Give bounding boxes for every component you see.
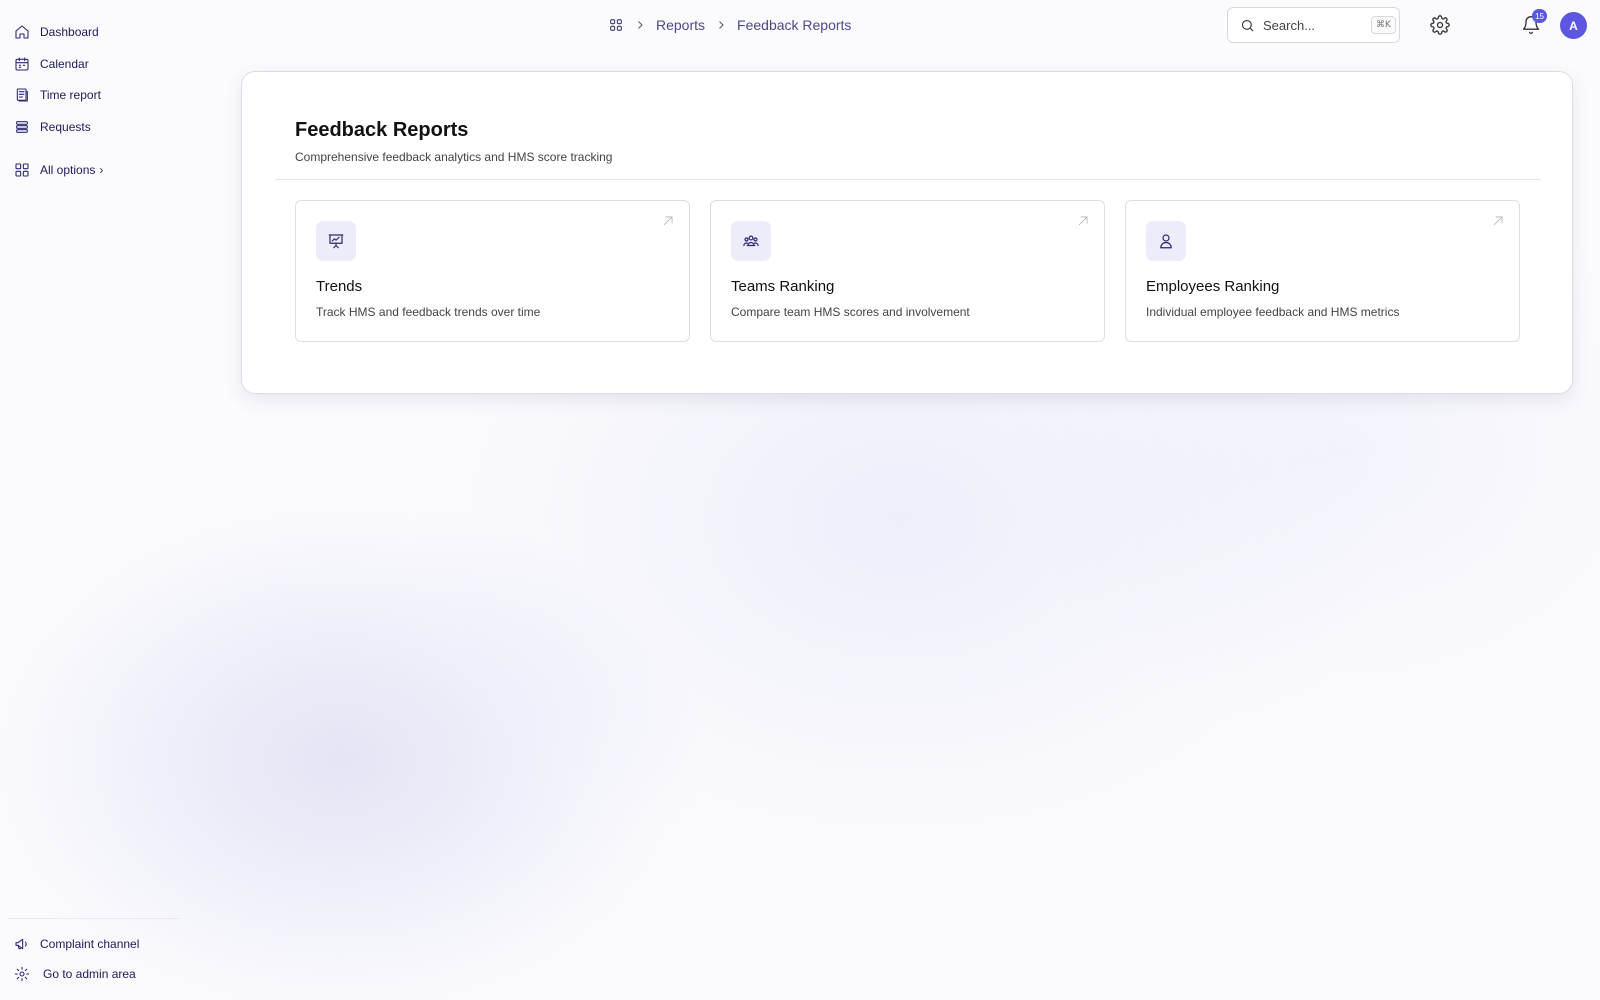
sidebar-item-time-report[interactable]: Time report (14, 83, 101, 107)
home-icon (15, 25, 29, 39)
main-panel: Feedback Reports Comprehensive feedback … (241, 71, 1573, 394)
sidebar-divider (8, 918, 180, 919)
page-title: Feedback Reports (295, 119, 469, 141)
list-icon (16, 121, 28, 133)
gear-icon (1430, 15, 1450, 35)
card-description: Track HMS and feedback trends over time (316, 305, 541, 319)
card-icon-wrapper (1146, 221, 1186, 261)
breadcrumb-item-reports[interactable]: Reports (656, 17, 705, 33)
apps-icon[interactable] (608, 17, 624, 33)
grid-icon (15, 163, 29, 177)
sidebar-item-complaint-channel[interactable]: Complaint channel (14, 932, 139, 956)
search-shortcut: ⌘K (1371, 16, 1396, 34)
sidebar-item-calendar[interactable]: Calendar (14, 52, 89, 76)
chevron-right-icon (638, 21, 643, 29)
user-icon (1160, 234, 1172, 249)
sidebar-item-dashboard[interactable]: Dashboard (14, 20, 99, 44)
gear-icon (14, 966, 30, 982)
team-icon (743, 235, 759, 247)
settings-button[interactable] (1427, 12, 1453, 38)
search-icon (1241, 19, 1254, 32)
calendar-icon (15, 57, 29, 71)
notification-badge: 15 (1532, 9, 1547, 23)
megaphone-icon (15, 938, 27, 950)
sidebar-item-requests[interactable]: Requests (14, 115, 91, 139)
arrow-up-right-icon (663, 216, 673, 226)
chevron-right-icon (719, 21, 724, 29)
sidebar-item-label: Complaint channel (40, 937, 140, 951)
card-description: Individual employee feedback and HMS met… (1146, 305, 1400, 319)
sidebar-item-label: Calendar (40, 57, 89, 71)
card-trends[interactable]: Trends Track HMS and feedback trends ove… (295, 200, 690, 342)
sidebar-item-label: Requests (40, 120, 91, 134)
card-teams-ranking[interactable]: Teams Ranking Compare team HMS scores an… (710, 200, 1105, 342)
chevron-right-icon: › (99, 163, 104, 177)
search-box[interactable]: ⌘K (1227, 7, 1400, 43)
sidebar-item-all-options[interactable]: All options › (14, 158, 103, 182)
card-title: Teams Ranking (731, 278, 835, 295)
sidebar: Dashboard Calendar Time report Requests … (0, 0, 190, 1000)
sidebar-item-label: All options (40, 163, 96, 177)
sidebar-item-label: Time report (40, 88, 101, 102)
panel-divider (275, 179, 1541, 180)
report-icon (16, 88, 28, 102)
breadcrumb-item-current: Feedback Reports (737, 17, 852, 33)
sidebar-item-admin-area[interactable]: Go to admin area (14, 962, 136, 986)
card-description: Compare team HMS scores and involvement (731, 305, 970, 319)
arrow-up-right-icon (1493, 216, 1503, 226)
presentation-chart-icon (328, 234, 344, 249)
card-employees-ranking[interactable]: Employees Ranking Individual employee fe… (1125, 200, 1520, 342)
card-title: Employees Ranking (1146, 278, 1280, 295)
page-subtitle: Comprehensive feedback analytics and HMS… (295, 150, 613, 164)
avatar[interactable]: A (1560, 12, 1587, 39)
sidebar-item-label: Go to admin area (43, 967, 136, 981)
breadcrumb: Reports Feedback Reports (608, 14, 851, 36)
card-icon-wrapper (316, 221, 356, 261)
card-title: Trends (316, 278, 363, 295)
arrow-up-right-icon (1078, 216, 1088, 226)
sidebar-item-label: Dashboard (40, 25, 99, 39)
card-icon-wrapper (731, 221, 771, 261)
search-input[interactable] (1263, 17, 1363, 33)
notifications-button[interactable]: 15 (1518, 9, 1547, 38)
